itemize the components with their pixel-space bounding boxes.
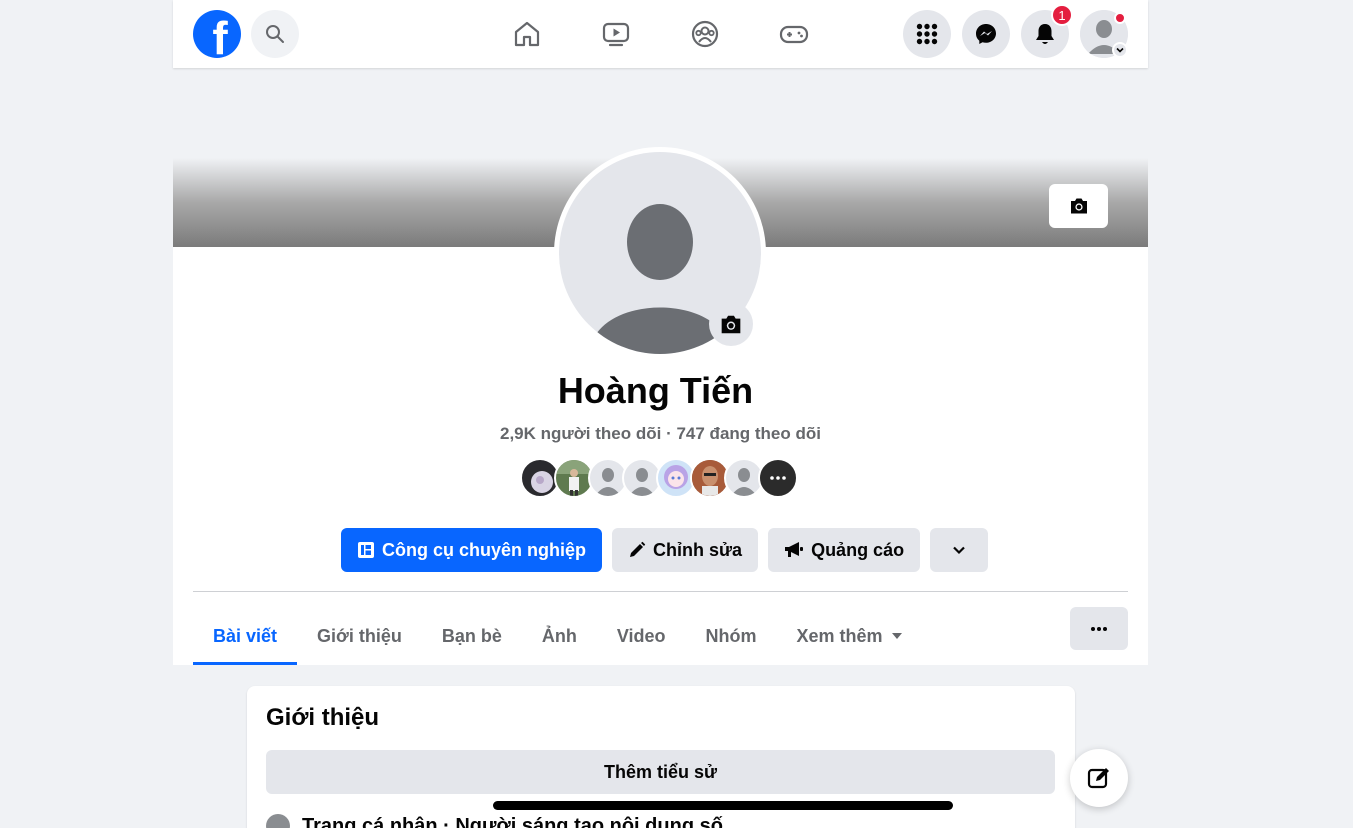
- new-message-button[interactable]: [1070, 749, 1128, 807]
- bell-icon: [1036, 24, 1054, 44]
- tab-friends[interactable]: Bạn bè: [422, 607, 522, 665]
- nav-watch[interactable]: [592, 10, 640, 58]
- more-actions-button[interactable]: [930, 528, 989, 572]
- profile-name: Hoàng Tiến: [557, 370, 754, 411]
- chevron-down-icon: [953, 546, 965, 555]
- profile-options-button[interactable]: [1070, 607, 1128, 650]
- add-bio-button[interactable]: Thêm tiểu sử: [266, 750, 1055, 794]
- facebook-logo[interactable]: f: [193, 10, 241, 58]
- groups-icon: [691, 20, 719, 48]
- follow-stats: 2,9K người theo dõi · 747 đang theo dõi: [173, 424, 1148, 444]
- intro-category-text: Trang cá nhân · Người sáng tạo nội dung …: [302, 814, 723, 828]
- following-count[interactable]: 747 đang theo dõi: [676, 424, 821, 443]
- home-icon: [514, 21, 540, 47]
- search-button[interactable]: [251, 10, 299, 58]
- notifications-button[interactable]: 1: [1021, 4, 1073, 58]
- intro-title: Giới thiệu: [266, 704, 380, 731]
- account-chevron[interactable]: [1112, 42, 1128, 58]
- more-friends-avatar[interactable]: [758, 458, 798, 498]
- tab-see-more-label: Xem thêm: [796, 625, 883, 646]
- nav-right: 1: [903, 4, 1128, 58]
- pencil-icon: [630, 541, 646, 557]
- search-icon: [266, 25, 284, 43]
- profile-tabs: Bài viết Giới thiệu Bạn bè Ảnh Video Nhó…: [193, 607, 923, 665]
- cover-top-area: [173, 68, 1148, 158]
- edit-profile-label: Chỉnh sửa: [653, 539, 743, 560]
- stats-separator: ·: [666, 424, 672, 443]
- edit-profile-button[interactable]: Chỉnh sửa: [612, 528, 759, 572]
- edit-cover-button[interactable]: [1049, 184, 1108, 228]
- nav-home[interactable]: [503, 10, 551, 58]
- tab-posts[interactable]: Bài viết: [193, 607, 298, 665]
- tab-videos[interactable]: Video: [597, 607, 686, 665]
- dashboard-icon: [358, 542, 374, 558]
- messenger-icon: [976, 24, 996, 44]
- ads-button[interactable]: Quảng cáo: [768, 528, 921, 572]
- profile-actions: Công cụ chuyên nghiệp Chỉnh sửa Quảng cá…: [341, 528, 989, 572]
- followers-count[interactable]: 2,9K người theo dõi: [500, 424, 661, 443]
- camera-icon: [1070, 198, 1087, 214]
- camera-icon: [721, 315, 741, 333]
- nav-gaming[interactable]: [770, 10, 818, 58]
- megaphone-icon: [785, 542, 804, 557]
- professional-tools-label: Công cụ chuyên nghiệp: [382, 539, 587, 560]
- tab-about[interactable]: Giới thiệu: [297, 607, 422, 665]
- profile-header: Hoàng Tiến 2,9K người theo dõi · 747 đan…: [173, 68, 1148, 665]
- messenger-button[interactable]: [962, 10, 1010, 58]
- account-alert-dot: [1114, 12, 1126, 24]
- watch-icon: [602, 22, 630, 47]
- nav-groups[interactable]: [681, 10, 729, 58]
- header-divider: [193, 591, 1128, 592]
- home-indicator-bar: [493, 801, 953, 810]
- more-dots-icon: [1091, 626, 1107, 631]
- professional-tools-button[interactable]: Công cụ chuyên nghiệp: [341, 528, 603, 572]
- gaming-icon: [779, 25, 809, 44]
- tab-groups[interactable]: Nhóm: [686, 607, 777, 665]
- tab-see-more[interactable]: Xem thêm: [777, 607, 923, 665]
- chevron-down-icon: [1116, 47, 1124, 53]
- top-navigation: f 1: [173, 0, 1148, 68]
- menu-button[interactable]: [903, 10, 951, 58]
- account-button[interactable]: [1080, 10, 1128, 58]
- nav-center: [503, 10, 818, 58]
- page: f 1 Hoàng Tiến 2,9K người theo dõi · 747…: [173, 0, 1148, 828]
- ads-label: Quảng cáo: [811, 539, 905, 560]
- friend-avatars: [520, 458, 798, 498]
- tab-photos[interactable]: Ảnh: [522, 607, 597, 665]
- compose-icon: [1087, 768, 1109, 789]
- notification-badge: 1: [1051, 4, 1073, 26]
- menu-grid-icon: [916, 23, 938, 45]
- caret-down-icon: [891, 633, 902, 639]
- info-icon: [266, 814, 290, 828]
- edit-profile-picture-button[interactable]: [709, 302, 753, 346]
- intro-category-line: Trang cá nhân · Người sáng tạo nội dung …: [266, 814, 723, 828]
